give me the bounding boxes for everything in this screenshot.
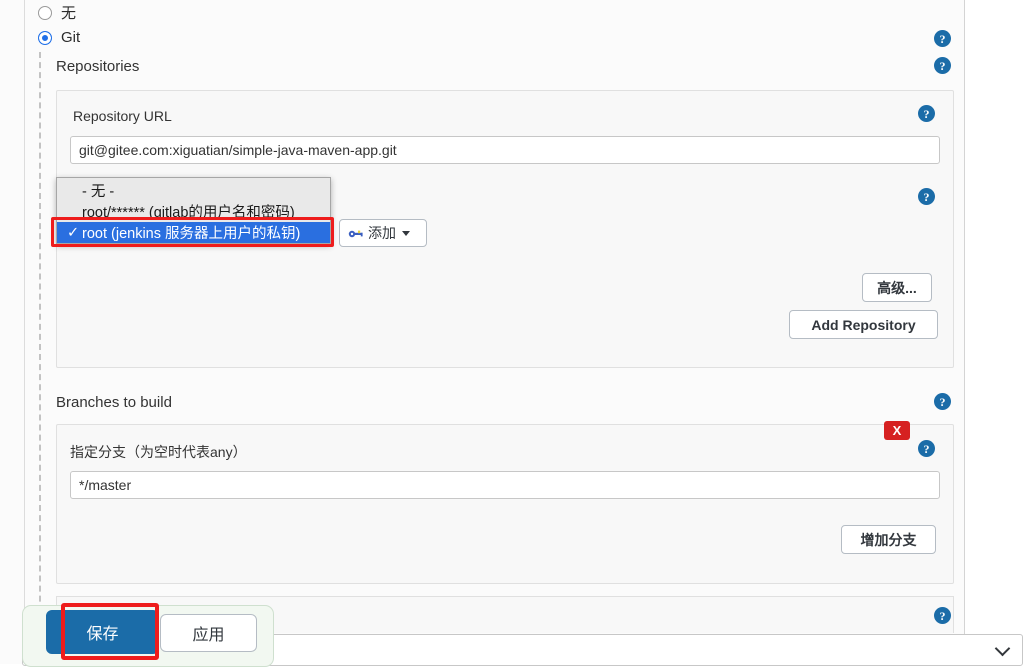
credentials-dropdown-list[interactable]: - 无 - root/****** (gitlab的用户名和密码) ✓ root… xyxy=(56,177,331,244)
nested-section-guide xyxy=(39,52,41,652)
help-icon-scm[interactable]: ? xyxy=(934,30,951,47)
delete-branch-badge[interactable]: X xyxy=(884,421,910,440)
apply-button[interactable]: 应用 xyxy=(160,614,257,652)
add-branch-button[interactable]: 增加分支 xyxy=(841,525,936,554)
scm-option-none-label: 无 xyxy=(61,5,77,22)
chevron-down-icon xyxy=(402,230,410,236)
credentials-dropdown-item-0[interactable]: - 无 - xyxy=(57,180,330,201)
help-icon-branches[interactable]: ? xyxy=(934,393,951,410)
branch-specifier-label: 指定分支（为空时代表any） xyxy=(70,444,247,460)
add-credentials-label: 添加 xyxy=(368,225,396,241)
radio-icon-none[interactable] xyxy=(38,5,52,20)
advanced-button[interactable]: 高级... xyxy=(862,273,932,302)
branches-section-title: Branches to build xyxy=(56,394,172,411)
help-icon-repositories[interactable]: ? xyxy=(934,57,951,74)
help-icon-next-section[interactable]: ? xyxy=(934,607,951,624)
chevron-down-icon-select xyxy=(994,640,1011,657)
credentials-dropdown-item-2[interactable]: ✓ root (jenkins 服务器上用户的私钥) xyxy=(57,222,330,243)
credentials-dropdown-item-1-label: root/****** (gitlab的用户名和密码) xyxy=(82,205,295,221)
scm-option-none[interactable]: 无 xyxy=(38,2,76,23)
branch-specifier-input[interactable] xyxy=(70,471,940,499)
help-icon-repository-url[interactable]: ? xyxy=(918,105,935,122)
repository-url-input[interactable] xyxy=(70,136,940,164)
repository-url-label: Repository URL xyxy=(73,108,172,124)
save-button[interactable]: 保存 xyxy=(46,610,159,654)
repositories-section-title: Repositories xyxy=(56,58,140,75)
credentials-dropdown-item-1[interactable]: root/****** (gitlab的用户名和密码) xyxy=(57,201,330,222)
add-credentials-button[interactable]: 添加 xyxy=(339,219,427,247)
radio-icon-git[interactable] xyxy=(38,30,52,45)
page-right-gutter xyxy=(966,0,1023,664)
credentials-dropdown-item-2-label: root (jenkins 服务器上用户的私钥) xyxy=(82,226,301,242)
configuration-page: 无 Git ? Repositories ? Repository URL ? … xyxy=(0,0,965,664)
key-icon xyxy=(348,227,364,239)
help-icon-branch-specifier[interactable]: ? xyxy=(918,440,935,457)
add-repository-button[interactable]: Add Repository xyxy=(789,310,938,339)
credentials-dropdown-item-0-label: - 无 - xyxy=(82,184,115,200)
scm-option-git-label: Git xyxy=(61,29,81,46)
check-icon-2: ✓ xyxy=(67,224,80,241)
left-border-line xyxy=(24,0,25,664)
scm-option-git[interactable]: Git xyxy=(38,29,80,46)
help-icon-credentials[interactable]: ? xyxy=(918,188,935,205)
